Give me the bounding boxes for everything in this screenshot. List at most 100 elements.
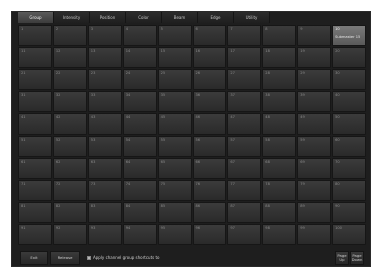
group-cell[interactable]: 86 xyxy=(192,201,227,223)
group-cell[interactable]: 71 xyxy=(18,179,52,201)
group-cell[interactable]: 25 xyxy=(157,69,192,91)
group-cell[interactable]: 56 xyxy=(192,135,227,157)
group-cell[interactable]: 94 xyxy=(122,223,157,245)
group-cell[interactable]: 76 xyxy=(192,179,227,201)
group-cell[interactable]: 97 xyxy=(227,223,262,245)
group-cell[interactable]: 80 xyxy=(332,179,366,201)
tab-color[interactable]: Color xyxy=(126,12,162,23)
group-cell[interactable]: 77 xyxy=(227,179,262,201)
group-cell[interactable]: 19 xyxy=(297,47,332,69)
group-cell[interactable]: 20 xyxy=(332,47,366,69)
exit-button[interactable]: Exit xyxy=(20,251,48,265)
group-cell[interactable]: 67 xyxy=(227,157,262,179)
group-cell[interactable]: 28 xyxy=(262,69,297,91)
group-cell[interactable]: 50 xyxy=(332,113,366,135)
group-cell[interactable]: 87 xyxy=(227,201,262,223)
group-cell[interactable]: 24 xyxy=(122,69,157,91)
group-cell[interactable]: 49 xyxy=(297,113,332,135)
group-cell[interactable]: 90 xyxy=(332,201,366,223)
group-cell[interactable]: 75 xyxy=(157,179,192,201)
group-cell[interactable]: 52 xyxy=(52,135,87,157)
group-cell[interactable]: 15 xyxy=(157,47,192,69)
group-cell[interactable]: 7 xyxy=(227,25,262,47)
group-cell[interactable]: 43 xyxy=(87,113,122,135)
group-cell[interactable]: 70 xyxy=(332,157,366,179)
group-cell[interactable]: 93 xyxy=(87,223,122,245)
group-cell[interactable]: 2 xyxy=(52,25,87,47)
group-cell[interactable]: 82 xyxy=(52,201,87,223)
group-cell[interactable]: 64 xyxy=(122,157,157,179)
group-cell[interactable]: 13 xyxy=(87,47,122,69)
apply-shortcuts-checkbox[interactable] xyxy=(87,256,91,260)
group-cell[interactable]: 36 xyxy=(192,91,227,113)
group-cell[interactable]: 73 xyxy=(87,179,122,201)
group-cell[interactable]: 34 xyxy=(122,91,157,113)
group-cell[interactable]: 81 xyxy=(18,201,52,223)
group-cell[interactable]: 54 xyxy=(122,135,157,157)
group-cell[interactable]: 68 xyxy=(262,157,297,179)
group-cell[interactable]: 27 xyxy=(227,69,262,91)
tab-utility[interactable]: Utility xyxy=(234,12,270,23)
tab-position[interactable]: Position xyxy=(90,12,126,23)
group-cell[interactable]: 98 xyxy=(262,223,297,245)
group-cell[interactable]: 16 xyxy=(192,47,227,69)
group-cell[interactable]: 92 xyxy=(52,223,87,245)
group-cell[interactable]: 79 xyxy=(297,179,332,201)
group-cell[interactable]: 26 xyxy=(192,69,227,91)
group-cell[interactable]: 99 xyxy=(297,223,332,245)
group-cell[interactable]: 31 xyxy=(18,91,52,113)
group-cell[interactable]: 84 xyxy=(122,201,157,223)
group-cell[interactable]: 55 xyxy=(157,135,192,157)
group-cell[interactable]: 11 xyxy=(18,47,52,69)
page-up-button[interactable]: Page Up xyxy=(335,251,349,265)
group-cell[interactable]: 33 xyxy=(87,91,122,113)
tab-intensity[interactable]: Intensity xyxy=(54,12,90,23)
group-cell[interactable]: 39 xyxy=(297,91,332,113)
group-cell[interactable]: 30 xyxy=(332,69,366,91)
group-cell[interactable]: 48 xyxy=(262,113,297,135)
group-cell[interactable]: 14 xyxy=(122,47,157,69)
group-cell[interactable]: 32 xyxy=(52,91,87,113)
group-cell[interactable]: 3 xyxy=(87,25,122,47)
group-cell[interactable]: 21 xyxy=(18,69,52,91)
group-cell[interactable]: 23 xyxy=(87,69,122,91)
group-cell[interactable]: 44 xyxy=(122,113,157,135)
group-cell[interactable]: 65 xyxy=(157,157,192,179)
group-cell[interactable]: 42 xyxy=(52,113,87,135)
group-cell[interactable]: 6 xyxy=(192,25,227,47)
group-cell[interactable]: 60 xyxy=(332,135,366,157)
group-cell[interactable]: 59 xyxy=(297,135,332,157)
group-cell[interactable]: 61 xyxy=(18,157,52,179)
page-down-button[interactable]: Page Down xyxy=(350,251,364,265)
tab-beam[interactable]: Beam xyxy=(162,12,198,23)
group-cell[interactable]: 38 xyxy=(262,91,297,113)
group-cell[interactable]: 45 xyxy=(157,113,192,135)
group-cell[interactable]: 47 xyxy=(227,113,262,135)
group-cell[interactable]: 35 xyxy=(157,91,192,113)
group-cell[interactable]: 9 xyxy=(297,25,332,47)
group-cell[interactable]: 66 xyxy=(192,157,227,179)
group-cell[interactable]: 17 xyxy=(227,47,262,69)
group-cell[interactable]: 8 xyxy=(262,25,297,47)
group-cell[interactable]: 100 xyxy=(332,223,366,245)
group-cell[interactable]: 95 xyxy=(157,223,192,245)
group-cell[interactable]: 4 xyxy=(122,25,157,47)
group-cell[interactable]: 63 xyxy=(87,157,122,179)
group-cell[interactable]: 5 xyxy=(157,25,192,47)
group-cell[interactable]: 53 xyxy=(87,135,122,157)
group-cell[interactable]: 10 Submaster 15 xyxy=(332,25,366,47)
group-cell[interactable]: 72 xyxy=(52,179,87,201)
tab-edge[interactable]: Edge xyxy=(198,12,234,23)
group-cell[interactable]: 58 xyxy=(262,135,297,157)
group-cell[interactable]: 40 xyxy=(332,91,366,113)
group-cell[interactable]: 18 xyxy=(262,47,297,69)
group-cell[interactable]: 85 xyxy=(157,201,192,223)
group-cell[interactable]: 12 xyxy=(52,47,87,69)
group-cell[interactable]: 57 xyxy=(227,135,262,157)
group-cell[interactable]: 74 xyxy=(122,179,157,201)
group-cell[interactable]: 29 xyxy=(297,69,332,91)
group-cell[interactable]: 89 xyxy=(297,201,332,223)
group-cell[interactable]: 88 xyxy=(262,201,297,223)
group-cell[interactable]: 46 xyxy=(192,113,227,135)
group-cell[interactable]: 78 xyxy=(262,179,297,201)
